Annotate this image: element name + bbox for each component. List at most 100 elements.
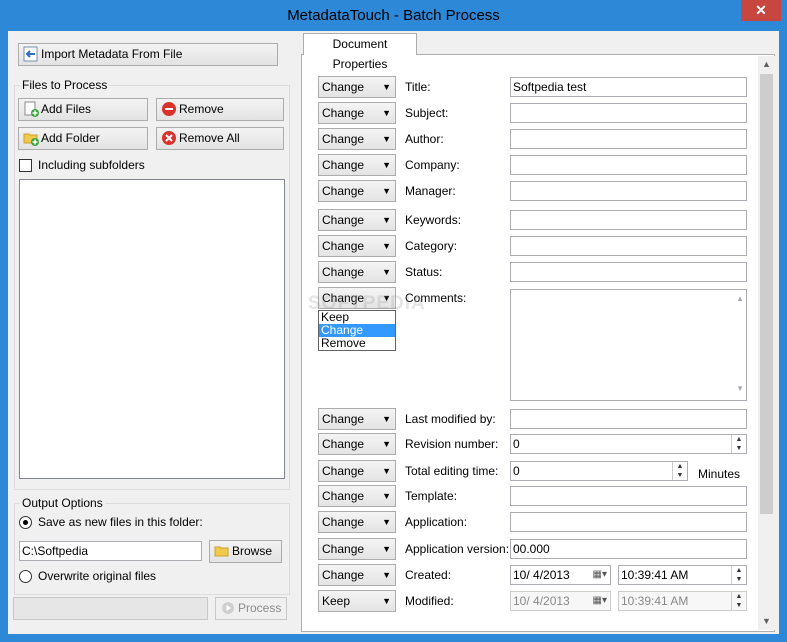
- spin-up-icon[interactable]: ▲: [732, 435, 746, 444]
- spin-buttons[interactable]: ▲ ▼: [672, 462, 687, 480]
- modified-time-value: 10:39:41 AM: [621, 594, 689, 608]
- total-editing-time-action-combo[interactable]: Change ▼: [318, 460, 396, 482]
- calendar-icon[interactable]: ▦▾: [593, 592, 607, 610]
- window-title: MetadataTouch - Batch Process: [287, 7, 500, 24]
- scroll-up-icon[interactable]: ▲: [758, 56, 775, 73]
- remove-all-label: Remove All: [179, 131, 240, 145]
- tab-document-properties[interactable]: Document Properties: [303, 33, 417, 71]
- template-input[interactable]: [510, 486, 747, 506]
- files-list[interactable]: [19, 179, 285, 479]
- subject-input[interactable]: [510, 103, 747, 123]
- save-new-radio[interactable]: [19, 516, 32, 529]
- company-action-combo[interactable]: Change ▼: [318, 154, 396, 176]
- keywords-input[interactable]: [510, 210, 747, 230]
- status-action-combo[interactable]: Change ▼: [318, 261, 396, 283]
- spin-up-icon[interactable]: ▲: [732, 566, 746, 575]
- modified-date-picker[interactable]: 10/ 4/2013 ▦▾: [510, 591, 611, 611]
- application-version-input[interactable]: 00.000: [510, 539, 747, 559]
- application-version-value: 00.000: [513, 542, 550, 556]
- status-input[interactable]: [510, 262, 747, 282]
- author-action-combo[interactable]: Change ▼: [318, 128, 396, 150]
- author-input[interactable]: [510, 129, 747, 149]
- browse-button[interactable]: Browse: [209, 540, 282, 563]
- revision-number-label: Revision number:: [405, 437, 499, 451]
- spin-down-icon[interactable]: ▼: [732, 575, 746, 584]
- revision-number-input[interactable]: 0 ▲ ▼: [510, 434, 747, 454]
- overwrite-radio[interactable]: [19, 570, 32, 583]
- spin-down-icon[interactable]: ▼: [732, 601, 746, 610]
- textarea-scroll-up-icon[interactable]: ▲: [736, 290, 744, 308]
- title-input[interactable]: Softpedia test: [510, 77, 747, 97]
- manager-input[interactable]: [510, 181, 747, 201]
- company-input[interactable]: [510, 155, 747, 175]
- chevron-down-icon: ▼: [382, 241, 391, 251]
- vertical-scrollbar[interactable]: ▲ ▼: [758, 56, 775, 630]
- modified-action-combo[interactable]: Keep ▼: [318, 590, 396, 612]
- chevron-down-icon: ▼: [382, 414, 391, 424]
- spin-up-icon[interactable]: ▲: [673, 462, 687, 471]
- chevron-down-icon: ▼: [382, 160, 391, 170]
- subfolders-checkbox[interactable]: [19, 159, 32, 172]
- manager-action-combo[interactable]: Change ▼: [318, 180, 396, 202]
- minutes-label: Minutes: [698, 467, 741, 481]
- template-action-combo[interactable]: Change ▼: [318, 485, 396, 507]
- chevron-down-icon: ▼: [382, 439, 391, 449]
- last-modified-by-input[interactable]: [510, 409, 747, 429]
- remove-button[interactable]: Remove: [156, 98, 284, 121]
- spin-buttons[interactable]: ▲ ▼: [731, 435, 746, 453]
- spin-buttons[interactable]: ▲ ▼: [731, 592, 746, 610]
- category-action-combo[interactable]: Change ▼: [318, 235, 396, 257]
- dropdown-option-remove[interactable]: Remove: [319, 337, 395, 350]
- comments-textarea[interactable]: ▲ ▼: [510, 289, 747, 401]
- spin-up-icon[interactable]: ▲: [732, 592, 746, 601]
- textarea-scroll-down-icon[interactable]: ▼: [736, 380, 744, 398]
- status-action-value: Change: [322, 265, 365, 279]
- title-action-value: Change: [322, 80, 365, 94]
- revision-number-action-combo[interactable]: Change ▼: [318, 433, 396, 455]
- remove-all-button[interactable]: Remove All: [156, 127, 284, 150]
- add-folder-button[interactable]: Add Folder: [18, 127, 148, 150]
- process-label: Process: [238, 601, 282, 615]
- add-file-icon: [23, 101, 39, 117]
- template-label: Template:: [405, 489, 458, 503]
- created-time-field[interactable]: 10:39:41 AM ▲ ▼: [618, 565, 747, 585]
- subject-action-combo[interactable]: Change ▼: [318, 102, 396, 124]
- import-arrow-icon: [23, 46, 39, 62]
- category-input[interactable]: [510, 236, 747, 256]
- scroll-thumb[interactable]: [760, 74, 773, 514]
- template-action-value: Change: [322, 489, 365, 503]
- chevron-down-icon: ▼: [382, 491, 391, 501]
- chevron-down-icon: ▼: [382, 596, 391, 606]
- application-input[interactable]: [510, 512, 747, 532]
- status-label: Status:: [405, 265, 443, 279]
- total-editing-time-label: Total editing time:: [405, 464, 499, 478]
- created-label: Created:: [405, 568, 452, 582]
- manager-label: Manager:: [405, 184, 456, 198]
- calendar-icon[interactable]: ▦▾: [593, 566, 607, 584]
- title-action-combo[interactable]: Change ▼: [318, 76, 396, 98]
- application-version-action-combo[interactable]: Change ▼: [318, 538, 396, 560]
- add-files-button[interactable]: Add Files: [18, 98, 148, 121]
- application-version-label: Application version:: [405, 542, 510, 556]
- chevron-down-icon: ▼: [382, 108, 391, 118]
- application-action-combo[interactable]: Change ▼: [318, 511, 396, 533]
- import-metadata-button[interactable]: Import Metadata From File: [18, 43, 278, 66]
- add-folder-label: Add Folder: [41, 131, 100, 145]
- spin-down-icon[interactable]: ▼: [732, 444, 746, 453]
- spin-down-icon[interactable]: ▼: [673, 471, 687, 480]
- spin-buttons[interactable]: ▲ ▼: [731, 566, 746, 584]
- total-editing-time-input[interactable]: 0 ▲ ▼: [510, 461, 688, 481]
- scroll-down-icon[interactable]: ▼: [758, 613, 775, 630]
- output-folder-input[interactable]: C:\Softpedia: [19, 541, 202, 561]
- keywords-label: Keywords:: [405, 213, 462, 227]
- author-label: Author:: [405, 132, 444, 146]
- last-modified-by-action-combo[interactable]: Change ▼: [318, 408, 396, 430]
- modified-time-field[interactable]: 10:39:41 AM ▲ ▼: [618, 591, 747, 611]
- keywords-action-value: Change: [322, 213, 365, 227]
- created-action-combo[interactable]: Change ▼: [318, 564, 396, 586]
- action-dropdown-list[interactable]: Keep Change Remove: [318, 310, 396, 351]
- keywords-action-combo[interactable]: Change ▼: [318, 209, 396, 231]
- close-button[interactable]: ✕: [741, 0, 781, 21]
- created-date-picker[interactable]: 10/ 4/2013 ▦▾: [510, 565, 611, 585]
- process-button[interactable]: Process: [215, 597, 287, 620]
